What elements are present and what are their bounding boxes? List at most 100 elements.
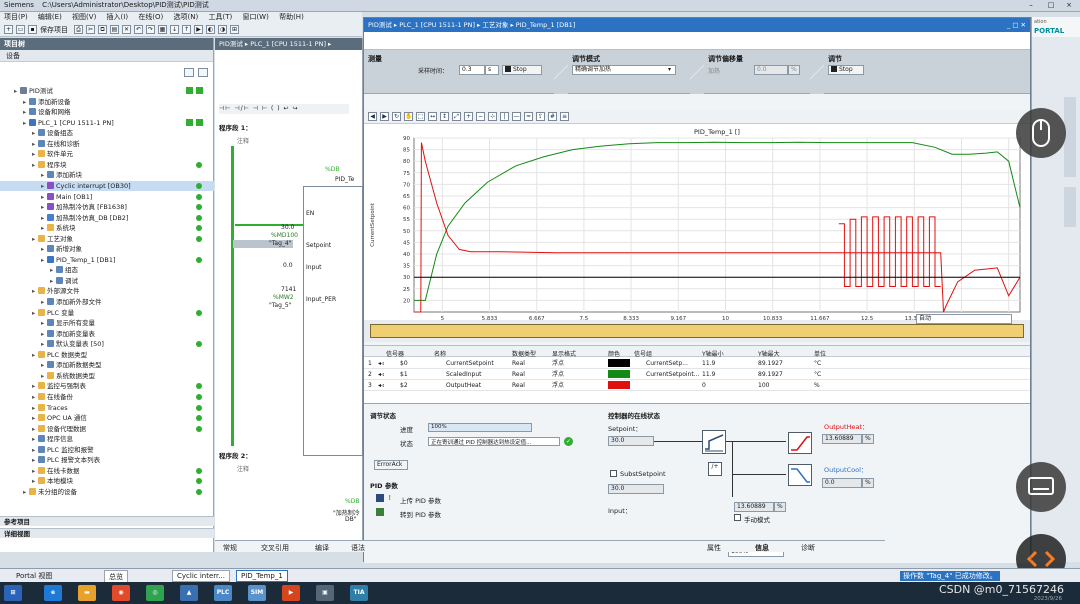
ie-icon[interactable]: e bbox=[44, 585, 62, 601]
subst-setpoint-field[interactable]: 30.0 bbox=[608, 484, 664, 494]
setpoint-field[interactable]: 30.0 bbox=[608, 436, 654, 446]
tuning-mode-select[interactable]: 精确调节加热 bbox=[572, 65, 676, 75]
reference-projects[interactable]: 参考项目 bbox=[0, 516, 214, 526]
tree-item[interactable]: ▸ PID_Temp_1 [DB1] bbox=[0, 255, 214, 265]
tree-item[interactable]: ▸ 系统块 bbox=[0, 223, 214, 233]
manual-mode-checkbox[interactable] bbox=[734, 514, 741, 521]
sample-time-unit[interactable]: s bbox=[485, 65, 499, 75]
windows-start-icon[interactable]: ⊞ bbox=[4, 585, 22, 601]
tab-general[interactable]: 常规 bbox=[223, 543, 237, 553]
menu-edit[interactable]: 编辑(E) bbox=[38, 13, 62, 21]
trend-icon[interactable]: ≈ bbox=[524, 112, 533, 121]
tree-item[interactable]: ▸ 在线备份 bbox=[0, 392, 214, 402]
tree-item[interactable]: ▸ 外部源文件 bbox=[0, 286, 214, 296]
media-icon[interactable]: ▶ bbox=[282, 585, 300, 601]
app-tools-icon[interactable]: ◉ bbox=[112, 585, 130, 601]
chrome-icon[interactable]: ◎ bbox=[146, 585, 164, 601]
paste-icon[interactable]: ▤ bbox=[110, 25, 119, 34]
app-tia-icon[interactable]: ▲ bbox=[180, 585, 198, 601]
signal-row[interactable]: 3 $2 OutputHeat Real 浮点 0 100% ◂◃ bbox=[364, 380, 1030, 391]
tree-item[interactable]: ▸ PLC 监控和报警 bbox=[0, 445, 214, 455]
tree-item[interactable]: ▸ 添加新设备 bbox=[0, 97, 214, 107]
signal-color-swatch[interactable] bbox=[608, 381, 630, 389]
delete-icon[interactable]: ✕ bbox=[122, 25, 131, 34]
tab-compile[interactable]: 编译 bbox=[315, 543, 329, 553]
tree-item[interactable]: ▸ 调试 bbox=[0, 276, 214, 286]
signal-visibility-icon[interactable]: ◂◃ bbox=[378, 380, 384, 391]
measure-stop-button[interactable]: Stop bbox=[502, 65, 542, 75]
tree-item[interactable]: ▸ 设备组态 bbox=[0, 128, 214, 138]
tree-item[interactable]: ▸ 工艺对象 bbox=[0, 234, 214, 244]
horizontal-cursor-icon[interactable]: — bbox=[512, 112, 521, 121]
tuning-stop-button[interactable]: Stop bbox=[828, 65, 864, 75]
info-tab[interactable]: 信息 bbox=[755, 543, 769, 553]
menu-project[interactable]: 项目(P) bbox=[4, 13, 28, 21]
menu-tools[interactable]: 工具(T) bbox=[208, 13, 232, 21]
signal-color-swatch[interactable] bbox=[608, 359, 630, 367]
time-range-slider[interactable] bbox=[370, 324, 1024, 338]
tab-syntax[interactable]: 语法 bbox=[351, 543, 365, 553]
side-tab-tasks[interactable] bbox=[1064, 187, 1076, 227]
signal-visibility-icon[interactable]: ◂◃ bbox=[378, 369, 384, 380]
go-online-icon[interactable]: ◐ bbox=[206, 25, 215, 34]
tree-item[interactable]: ▸ PLC 报警文本列表 bbox=[0, 455, 214, 465]
tia-portal-icon[interactable]: TIA bbox=[350, 585, 368, 601]
tree-item[interactable]: ▸ Cyclic interrupt [OB30] bbox=[0, 180, 214, 191]
menu-help[interactable]: 帮助(H) bbox=[279, 13, 304, 21]
pan-icon[interactable]: ✋ bbox=[404, 112, 413, 121]
folder-icon[interactable]: ▬ bbox=[78, 585, 96, 601]
minimize-icon[interactable]: – bbox=[1022, 0, 1040, 11]
new-project-icon[interactable]: + bbox=[4, 25, 13, 34]
mouse-overlay-button[interactable] bbox=[1016, 108, 1066, 158]
tree-item[interactable]: ▸ 默认变量表 [50] bbox=[0, 339, 214, 349]
tree-item[interactable]: ▸ 程序块 bbox=[0, 160, 214, 170]
portal-tab-pid[interactable]: PID_Temp_1 bbox=[236, 570, 288, 582]
undo-icon[interactable]: ↶ bbox=[134, 25, 143, 34]
tree-item[interactable]: ▸ Traces bbox=[0, 403, 214, 413]
menu-online[interactable]: 在线(O) bbox=[138, 13, 163, 21]
menu-options[interactable]: 选项(N) bbox=[174, 13, 199, 21]
measure-cursor-icon[interactable]: ⊹ bbox=[488, 112, 497, 121]
ladder-contacts-icon[interactable]: ⊣⊢ ⊣/⊢ ⊣ ⊢ ( ) ↩ ↪ bbox=[219, 105, 298, 112]
forward-icon[interactable]: ▶ bbox=[380, 112, 389, 121]
sample-time-input[interactable]: 0.3 bbox=[459, 65, 485, 75]
open-project-icon[interactable]: ▭ bbox=[16, 25, 25, 34]
pid-block[interactable]: EN Setpoint Input Input_PER bbox=[303, 186, 363, 456]
tree-item[interactable]: ▸ 设备和网络 bbox=[0, 107, 214, 117]
tree-item[interactable]: ▸ 加热制冷仿真 [FB1638] bbox=[0, 202, 214, 212]
tree-item[interactable]: ▸ 监控与强制表 bbox=[0, 381, 214, 391]
upload-params-label[interactable]: 上传 PID 参数 bbox=[400, 495, 441, 505]
plcsim-icon[interactable]: SIM bbox=[248, 585, 266, 601]
goto-params-label[interactable]: 转到 PID 参数 bbox=[400, 509, 441, 519]
erroack-button[interactable]: ErrorAck bbox=[374, 460, 408, 470]
tree-item[interactable]: ▸ 设备代理数据 bbox=[0, 424, 214, 434]
subst-setpoint-checkbox[interactable] bbox=[610, 470, 617, 477]
tree-item[interactable]: ▸ 添加新块 bbox=[0, 170, 214, 180]
pid-window-controls-icon[interactable]: _ □ ✕ bbox=[1007, 18, 1026, 32]
zoom-y-icon[interactable]: ↕ bbox=[440, 112, 449, 121]
tree-item[interactable]: ▸ 新增对象 bbox=[0, 244, 214, 254]
vertical-cursor-icon[interactable]: | bbox=[500, 112, 509, 121]
tree-item[interactable]: ▸ 添加新变量表 bbox=[0, 329, 214, 339]
signal-color-swatch[interactable] bbox=[608, 370, 630, 378]
simulation-icon[interactable]: ▶ bbox=[194, 25, 203, 34]
menu-window[interactable]: 窗口(W) bbox=[242, 13, 268, 21]
props-tab[interactable]: 属性 bbox=[707, 543, 721, 553]
legend-icon[interactable]: ≡ bbox=[560, 112, 569, 121]
output-value-field[interactable]: 13.60889 bbox=[734, 502, 774, 512]
signal-visibility-icon[interactable]: ◂◃ bbox=[378, 358, 384, 369]
cut-icon[interactable]: ✂ bbox=[86, 25, 95, 34]
fit-icon[interactable]: ⤢ bbox=[452, 112, 461, 121]
grid-icon[interactable]: # bbox=[548, 112, 557, 121]
upload-params-icon[interactable] bbox=[376, 494, 384, 502]
tree-item[interactable]: ▸ 在线卡数据 bbox=[0, 466, 214, 476]
output-heat-field[interactable]: 13.60889 bbox=[822, 434, 862, 444]
signal-row[interactable]: 2 $1 ScaledInput Real 浮点 CurrentSetpoint... 11… bbox=[364, 369, 1030, 380]
app-monitor-icon[interactable]: ▣ bbox=[316, 585, 334, 601]
tree-item[interactable]: ▸ PLC_1 [CPU 1511-1 PN] bbox=[0, 118, 214, 128]
keyboard-overlay-button[interactable] bbox=[1016, 462, 1066, 512]
signal-row[interactable]: 1 $0 CurrentSetpoint Real 浮点 CurrentSetp... 11… bbox=[364, 358, 1030, 369]
accessible-devices-icon[interactable]: ⊞ bbox=[230, 25, 239, 34]
zoom-x-icon[interactable]: ↔ bbox=[428, 112, 437, 121]
tree-item[interactable]: ▸ 未分组的设备 bbox=[0, 487, 214, 497]
